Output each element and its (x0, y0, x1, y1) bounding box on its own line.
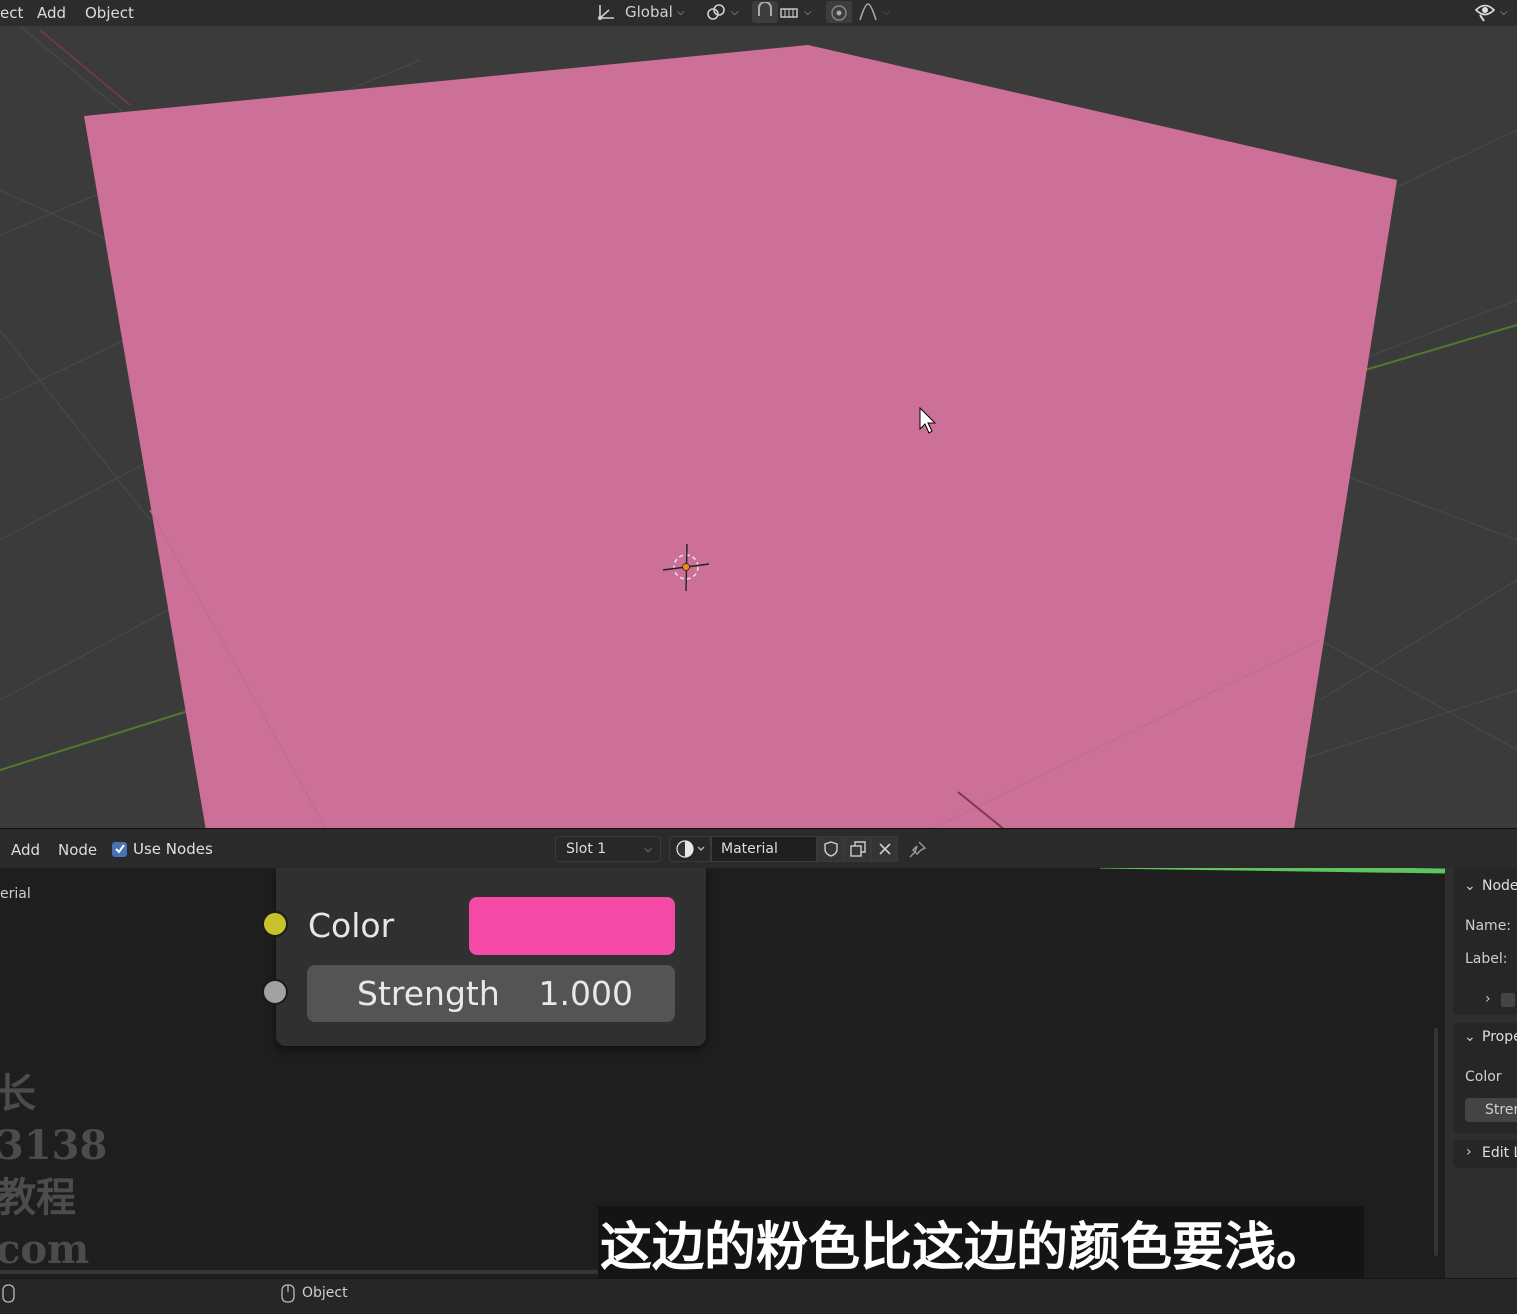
close-icon (878, 843, 891, 855)
material-slot-dropdown[interactable]: Slot 1 ⌵ (555, 836, 661, 862)
strength-value: 1.000 (538, 974, 633, 1013)
menu-node[interactable]: Node (58, 841, 97, 859)
proportional-editing-toggle[interactable] (826, 1, 852, 23)
pin-icon (909, 841, 927, 858)
mouse-icon (2, 1284, 15, 1303)
material-name: Material (721, 841, 778, 857)
pivot-point-dropdown[interactable]: ⌵ (705, 1, 739, 23)
chevron-down-icon: ⌵ (804, 6, 812, 18)
menu-select[interactable]: ect (0, 4, 23, 22)
transform-orientation-label: Global (625, 3, 673, 21)
breadcrumb: erial (0, 886, 31, 902)
fake-user-button[interactable] (817, 836, 844, 862)
3d-viewport[interactable] (0, 26, 1517, 828)
chevron-right-icon: › (1466, 1144, 1472, 1160)
color-input-label: Color (308, 906, 395, 945)
proportional-circle-icon (831, 5, 847, 21)
falloff-dropdown[interactable]: ⌵ (857, 1, 891, 23)
visibility-dropdown[interactable]: ⌵ (1474, 1, 1508, 23)
shield-icon (823, 841, 838, 857)
use-nodes-label: Use Nodes (133, 840, 213, 858)
strength-label: Strength (357, 974, 500, 1013)
viewport-header: ect Add Object Global ⌵ ⌵ ⌵ ⌵ ⌵ (0, 0, 1517, 26)
label-label: Label: (1465, 951, 1508, 967)
watermark-line: com (0, 1226, 90, 1273)
emission-node[interactable]: Color Strength 1.000 (262, 868, 706, 1046)
magnet-icon (758, 2, 772, 16)
x-axis-line (39, 29, 131, 106)
chevron-down-icon: ⌵ (731, 6, 739, 18)
subtitle-box: 这边的粉色比这边的颜色要浅。 (598, 1206, 1364, 1278)
falloff-curve-icon (859, 3, 877, 21)
browse-material-button[interactable] (669, 836, 711, 862)
eye-icon (1474, 4, 1496, 22)
y-axis-line (1364, 324, 1517, 371)
status-mode-label: Object (302, 1285, 348, 1301)
checkbox-checked-icon (112, 841, 127, 857)
horizontal-scrollbar[interactable] (0, 1270, 598, 1274)
node-panel: ⌄ Node Name: Label: › (1453, 868, 1517, 1015)
color-box[interactable] (1501, 993, 1515, 1007)
node-editor-canvas[interactable]: erial Color Strength 1.000 长 3138 教程 com… (0, 868, 1445, 1278)
chevron-down-icon: ⌵ (1500, 6, 1508, 18)
material-sphere-icon (676, 840, 705, 858)
node-panel-title[interactable]: Node (1482, 878, 1517, 894)
snap-target-dropdown[interactable]: ⌵ (778, 1, 812, 23)
menu-object[interactable]: Object (85, 4, 134, 22)
use-nodes-checkbox[interactable]: Use Nodes (112, 840, 213, 858)
node-editor-header: Add Node Use Nodes Slot 1 ⌵ Material (0, 828, 1517, 869)
watermark-line: 教程 (0, 1174, 76, 1221)
color-input-socket[interactable] (262, 911, 288, 937)
duplicate-material-button[interactable] (844, 836, 871, 862)
chevron-down-icon: ⌵ (676, 6, 685, 18)
properties-color-label: Color (1465, 1069, 1502, 1085)
transform-axes-icon (598, 5, 614, 20)
chevron-right-icon[interactable]: › (1485, 991, 1491, 1007)
link-icon (707, 4, 725, 20)
menu-add[interactable]: Add (37, 4, 66, 22)
chevron-down-icon[interactable]: ⌄ (1464, 1029, 1476, 1045)
snap-increment-icon (780, 8, 798, 18)
snap-toggle[interactable] (752, 1, 778, 23)
node-link (1100, 868, 1445, 874)
pink-cube[interactable] (84, 45, 1397, 828)
properties-panel: ⌄ Prope Color Stren (1453, 1023, 1517, 1133)
slot-label: Slot 1 (566, 841, 607, 857)
edit-panel-title: Edit L (1482, 1145, 1517, 1161)
duplicate-icon (849, 841, 866, 857)
unlink-material-button[interactable] (871, 836, 898, 862)
vertical-scrollbar[interactable] (1434, 1028, 1438, 1256)
color-swatch[interactable] (469, 897, 675, 955)
mouse-icon (281, 1284, 295, 1303)
status-bar: Object (0, 1278, 1517, 1314)
properties-strength-label: Stren (1485, 1102, 1517, 1118)
pin-button[interactable] (907, 840, 927, 864)
chevron-down-icon: ⌵ (644, 844, 652, 855)
menu-add[interactable]: Add (11, 841, 40, 859)
viewport-scene (0, 26, 1517, 828)
transform-orientation-dropdown[interactable]: Global ⌵ (596, 1, 684, 23)
chevron-down-icon[interactable]: ⌄ (1464, 878, 1476, 894)
subtitle-text: 这边的粉色比这边的颜色要浅。 (600, 1217, 1329, 1278)
chevron-down-icon: ⌵ (883, 6, 891, 18)
material-name-field[interactable]: Material (711, 836, 817, 862)
watermark-line: 3138 (0, 1122, 108, 1169)
properties-panel-title[interactable]: Prope (1482, 1029, 1517, 1045)
name-label: Name: (1465, 918, 1512, 934)
properties-strength-field[interactable]: Stren (1465, 1098, 1517, 1122)
watermark: 长 3138 教程 com (0, 1068, 107, 1276)
node-sidebar: ⌄ Node Name: Label: › ⌄ Prope Color Stre… (1445, 868, 1517, 1278)
strength-input-socket[interactable] (262, 979, 288, 1005)
watermark-line: 长 (0, 1070, 36, 1117)
edit-panel[interactable]: › Edit L (1453, 1140, 1517, 1168)
strength-field[interactable]: Strength 1.000 (307, 965, 675, 1022)
